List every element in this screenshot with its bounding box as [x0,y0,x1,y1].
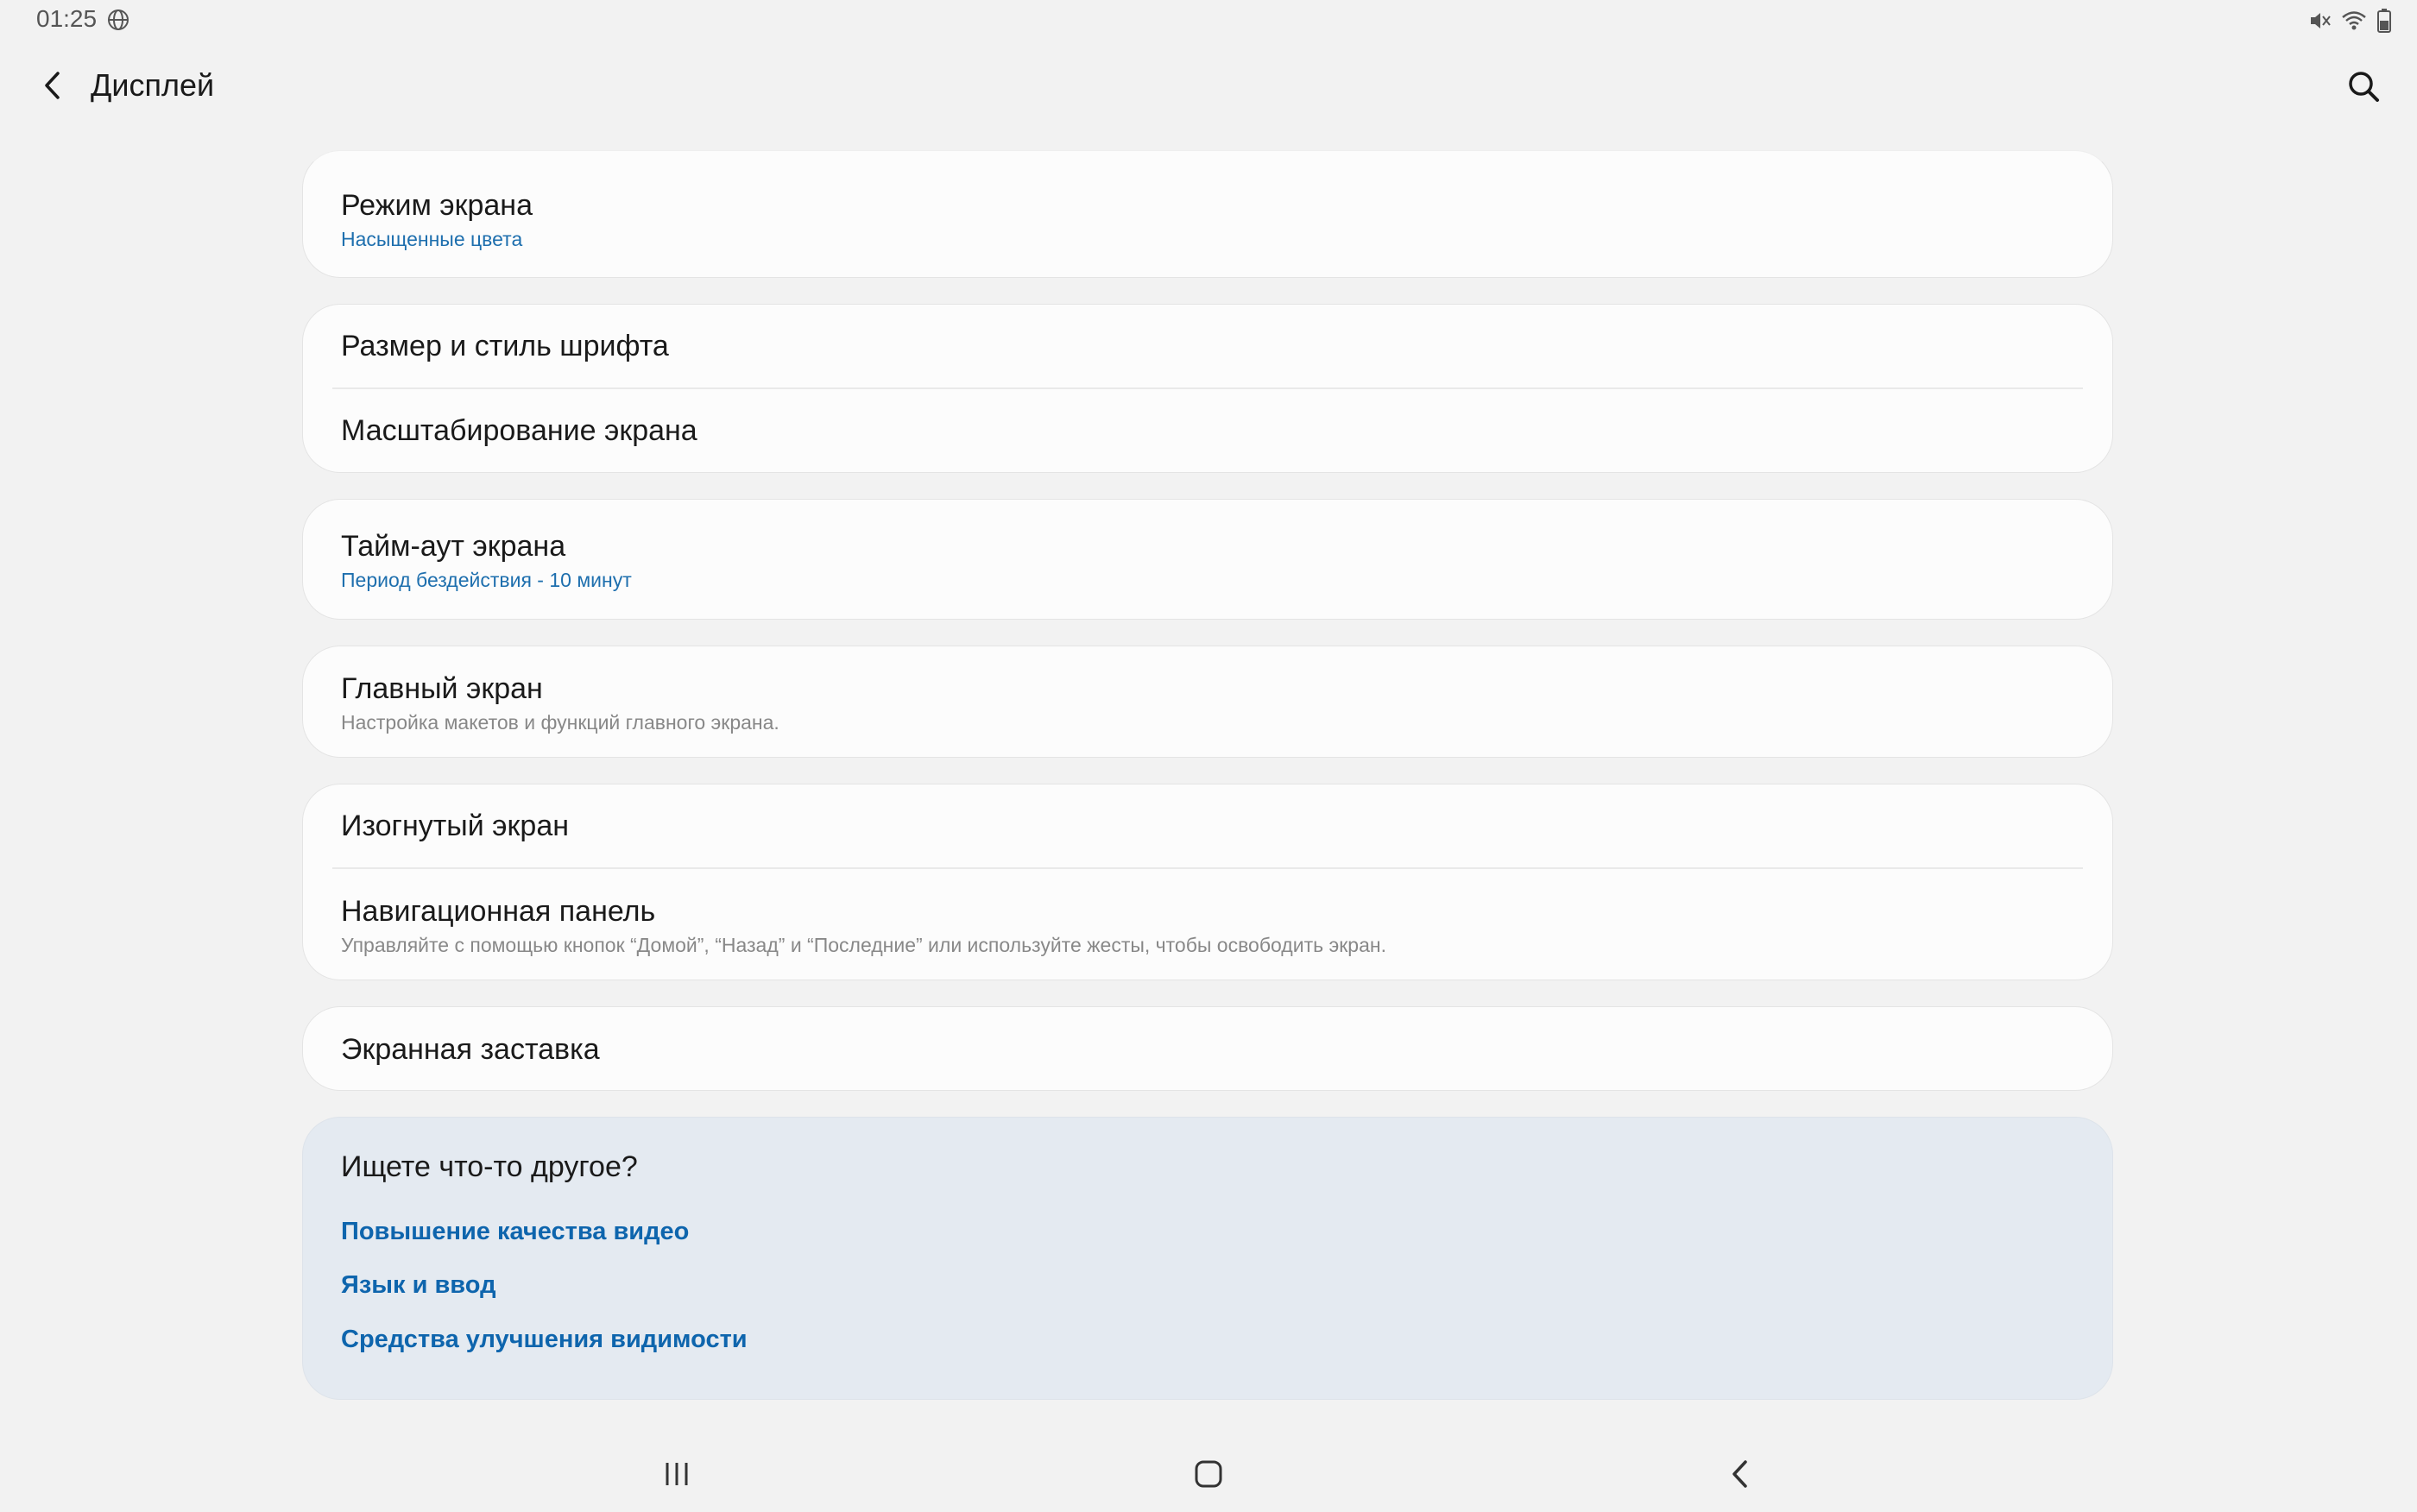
recents-icon [666,1463,688,1485]
status-time: 01:25 [36,5,98,32]
mute-icon [2308,9,2331,36]
settings-card: Размер и стиль шрифта Масштабирование эк… [302,304,2113,473]
setting-font-size-style[interactable]: Размер и стиль шрифта [303,305,2112,387]
app-bar: Дисплей [0,52,2417,121]
setting-navigation-bar[interactable]: Навигационная панель Управляйте с помощь… [303,869,2112,980]
setting-home-screen[interactable]: Главный экран Настройка макетов и функци… [303,646,2112,757]
setting-title: Навигационная панель [341,894,656,928]
setting-screen-saver[interactable]: Экранная заставка [303,1007,2112,1090]
globe-icon [107,9,129,35]
settings-card: Экранная заставка [302,1006,2113,1091]
setting-title: Режим экрана [341,189,533,222]
back-icon [1732,1460,1747,1488]
setting-title: Масштабирование экрана [341,413,697,447]
setting-subtitle: Настройка макетов и функций главного экр… [341,711,779,734]
home-icon [1195,1460,1222,1488]
suggestions-title: Ищете что-то другое? [341,1150,638,1183]
setting-title: Размер и стиль шрифта [341,330,669,362]
suggestion-link-video-enhancer[interactable]: Повышение качества видео [341,1218,689,1246]
setting-screen-mode[interactable]: Режим экрана Насыщенные цвета [303,151,2112,277]
settings-card: Главный экран Настройка макетов и функци… [302,646,2113,758]
suggestion-link-visibility[interactable]: Средства улучшения видимости [341,1326,748,1354]
back-button[interactable] [31,64,74,107]
setting-edge-screen[interactable]: Изогнутый экран [303,784,2112,867]
wifi-icon [2341,9,2367,36]
chevron-left-icon [45,72,60,99]
nav-back-button[interactable] [1714,1448,1766,1500]
setting-title: Изогнутый экран [341,810,569,842]
setting-screen-timeout[interactable]: Тайм-аут экрана Период бездействия - 10 … [303,500,2112,619]
suggestions-card: Ищете что-то другое? Повышение качества … [302,1117,2113,1400]
settings-card: Режим экрана Насыщенные цвета [302,150,2113,278]
recent-apps-button[interactable] [651,1448,703,1500]
settings-list: Режим экрана Насыщенные цвета Размер и с… [302,150,2113,1117]
page-title: Дисплей [91,67,215,103]
suggestion-link-language-input[interactable]: Язык и ввод [341,1271,496,1300]
setting-title: Тайм-аут экрана [341,530,566,563]
search-icon [2349,72,2379,102]
settings-card: Тайм-аут экрана Период бездействия - 10 … [302,499,2113,620]
settings-card: Изогнутый экран Навигационная панель Упр… [302,784,2113,980]
setting-subtitle: Управляйте с помощью кнопок “Домой”, “На… [341,933,1386,956]
search-button[interactable] [2341,64,2386,109]
system-nav-bar [0,1433,2417,1512]
setting-title: Экранная заставка [341,1033,600,1066]
setting-subtitle: Насыщенные цвета [341,228,523,250]
setting-screen-zoom[interactable]: Масштабирование экрана [303,389,2112,472]
setting-subtitle: Период бездействия - 10 минут [341,569,632,591]
status-bar: 01:25 [0,0,2417,43]
battery-icon [2377,9,2391,37]
home-button[interactable] [1183,1448,1234,1500]
setting-title: Главный экран [341,672,543,705]
